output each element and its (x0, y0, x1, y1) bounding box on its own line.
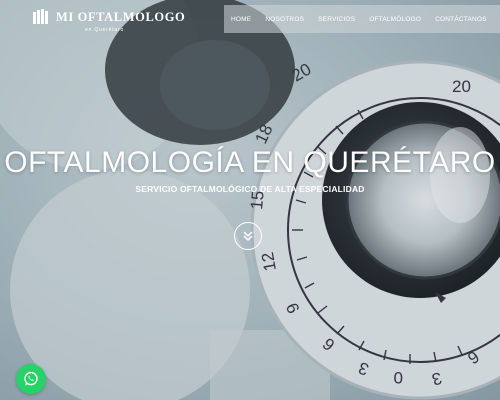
nav-item-contactanos[interactable]: CONTÁCTANOS (435, 16, 487, 23)
main-nav: HOME NOSOTROS SERVICIOS OFTALMÓLOGO CONT… (224, 5, 500, 33)
site-logo[interactable]: MI OFTALMOLOGO en Querétaro (33, 9, 185, 33)
logo-name: MI OFTALMOLOGO (56, 10, 186, 24)
scroll-down-button[interactable] (234, 222, 262, 250)
logo-icon (33, 9, 48, 24)
whatsapp-icon (24, 371, 38, 386)
chevrons-down-icon (243, 231, 253, 242)
whatsapp-button[interactable] (16, 364, 46, 394)
hero-section: 20 18 15 12 9 6 3 0 3 6 20 MI OFTALMOLOG… (0, 0, 500, 400)
logo-tagline: en Querétaro (85, 27, 125, 33)
nav-item-nosotros[interactable]: NOSOTROS (265, 16, 304, 23)
nav-item-oftalmologo[interactable]: OFTALMÓLOGO (369, 16, 421, 23)
hero-subtitle: SERVICIO OFTALMOLÓGICO DE ALTA ESPECIALI… (135, 184, 365, 194)
nav-item-servicios[interactable]: SERVICIOS (318, 16, 355, 23)
nav-item-home[interactable]: HOME (231, 16, 251, 23)
hero-overlay (0, 0, 500, 400)
hero-title: OFTALMOLOGÍA EN QUERÉTARO (4, 146, 496, 179)
